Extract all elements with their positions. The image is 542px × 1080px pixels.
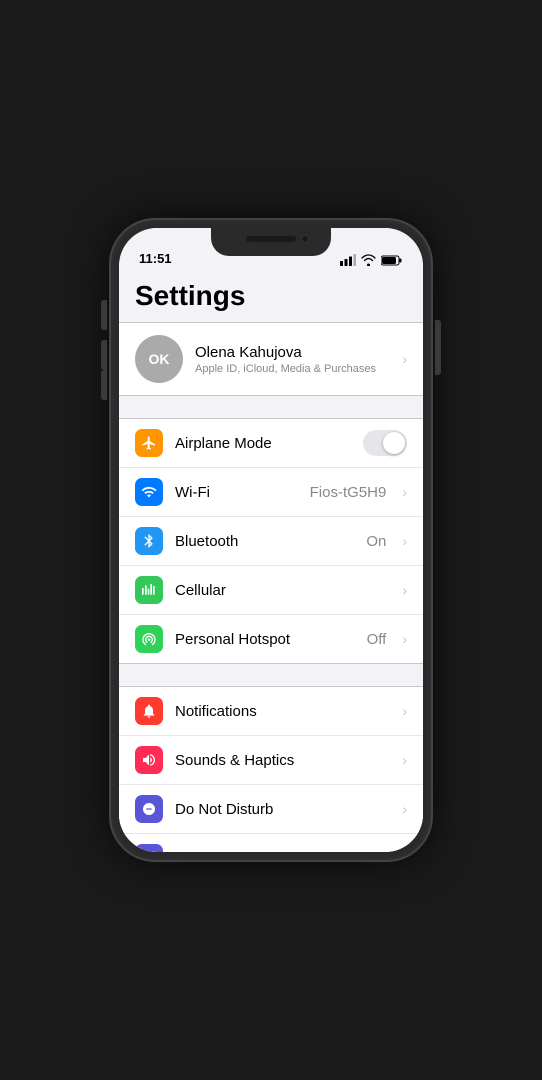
hotspot-icon: [135, 625, 163, 653]
settings-row-screentime[interactable]: Screen Time ›: [119, 834, 423, 852]
status-bar: 11:51: [119, 228, 423, 272]
airplane-mode-icon: [135, 429, 163, 457]
bluetooth-chevron: ›: [402, 533, 407, 549]
settings-group-notifications: Notifications › Sounds & Haptics ›: [119, 686, 423, 852]
scroll-area[interactable]: Settings OK Olena Kahujova Apple ID, iCl…: [119, 272, 423, 852]
notifications-label: Notifications: [175, 703, 390, 720]
cellular-icon: [135, 576, 163, 604]
status-icons: [340, 254, 403, 266]
wifi-label: Wi-Fi: [175, 484, 298, 501]
screentime-chevron: ›: [402, 850, 407, 852]
toggle-knob: [383, 432, 405, 454]
page-title: Settings: [119, 272, 423, 322]
camera: [301, 235, 309, 243]
hotspot-value: Off: [367, 631, 387, 648]
profile-info: Olena Kahujova Apple ID, iCloud, Media &…: [195, 344, 390, 375]
profile-name: Olena Kahujova: [195, 344, 390, 361]
settings-row-wifi[interactable]: Wi-Fi Fios-tG5H9 ›: [119, 468, 423, 517]
wifi-value: Fios-tG5H9: [310, 484, 387, 501]
settings-row-hotspot[interactable]: Personal Hotspot Off ›: [119, 615, 423, 663]
bluetooth-icon: [135, 527, 163, 555]
bluetooth-value: On: [366, 533, 386, 550]
cellular-label: Cellular: [175, 582, 390, 599]
donotdisturb-chevron: ›: [402, 801, 407, 817]
phone-frame: 11:51: [111, 220, 431, 860]
settings-row-notifications[interactable]: Notifications ›: [119, 687, 423, 736]
settings-row-sounds[interactable]: Sounds & Haptics ›: [119, 736, 423, 785]
wifi-chevron: ›: [402, 484, 407, 500]
sounds-chevron: ›: [402, 752, 407, 768]
wifi-settings-icon: [135, 478, 163, 506]
donotdisturb-label: Do Not Disturb: [175, 801, 390, 818]
avatar: OK: [135, 335, 183, 383]
hotspot-label: Personal Hotspot: [175, 631, 355, 648]
bluetooth-label: Bluetooth: [175, 533, 354, 550]
signal-icon: [340, 254, 356, 266]
notifications-icon: [135, 697, 163, 725]
settings-row-donotdisturb[interactable]: Do Not Disturb ›: [119, 785, 423, 834]
speaker: [246, 236, 296, 242]
cellular-chevron: ›: [402, 582, 407, 598]
notch: [211, 228, 331, 256]
airplane-mode-label: Airplane Mode: [175, 435, 351, 452]
battery-icon: [381, 255, 403, 266]
settings-row-cellular[interactable]: Cellular ›: [119, 566, 423, 615]
profile-subtitle: Apple ID, iCloud, Media & Purchases: [195, 363, 390, 375]
hotspot-chevron: ›: [402, 631, 407, 647]
notifications-chevron: ›: [402, 703, 407, 719]
phone-screen: 11:51: [119, 228, 423, 852]
sounds-label: Sounds & Haptics: [175, 752, 390, 769]
sounds-icon: [135, 746, 163, 774]
profile-row[interactable]: OK Olena Kahujova Apple ID, iCloud, Medi…: [119, 322, 423, 396]
settings-group-connectivity: Airplane Mode Wi-Fi Fios-tG5H9 ›: [119, 418, 423, 664]
screentime-label: Screen Time: [175, 850, 390, 853]
donotdisturb-icon: [135, 795, 163, 823]
screentime-icon: [135, 844, 163, 852]
settings-row-bluetooth[interactable]: Bluetooth On ›: [119, 517, 423, 566]
airplane-mode-toggle[interactable]: [363, 430, 407, 456]
status-time: 11:51: [139, 251, 172, 266]
settings-row-airplane-mode[interactable]: Airplane Mode: [119, 419, 423, 468]
profile-chevron: ›: [402, 351, 407, 367]
wifi-icon: [361, 254, 376, 266]
